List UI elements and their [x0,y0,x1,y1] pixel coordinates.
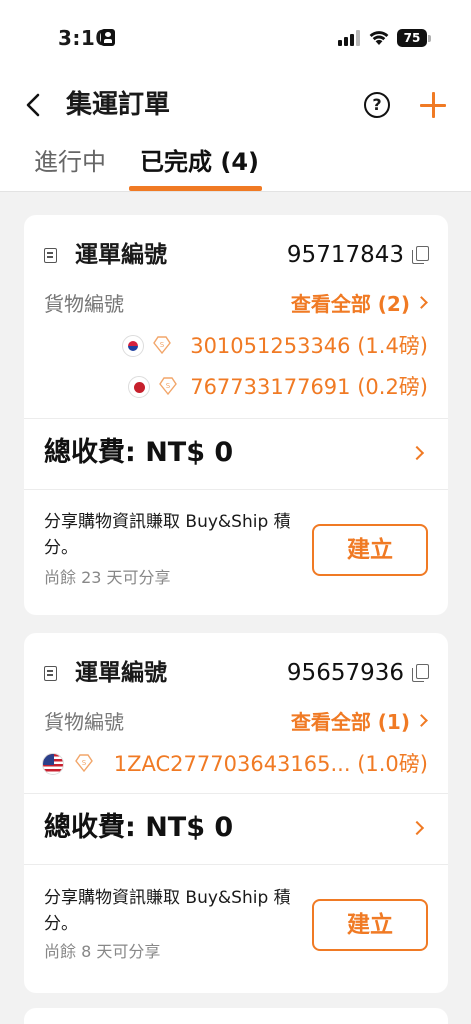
share-remaining-days: 尚餘 23 天可分享 [44,568,171,587]
divider [24,793,448,794]
divider [24,864,448,865]
create-share-button[interactable]: 建立 [312,524,428,576]
order-card [24,1008,448,1024]
status-bar: 3:10 75 [0,0,471,72]
share-remaining-days: 尚餘 8 天可分享 [44,942,161,961]
document-icon [44,248,57,263]
coin-badge-icon: S [75,754,93,773]
tab-completed[interactable]: 已完成 (4) [140,144,259,180]
waybill-row: 運單編號 95717843 [24,237,448,273]
svg-text:S: S [160,341,165,349]
plus-icon[interactable] [420,92,446,118]
total-fee-row[interactable]: 總收費: NT$ 0 [24,431,448,475]
waybill-row: 運單編號 95657936 [24,655,448,691]
page-title: 集運訂單 [66,90,171,120]
wifi-icon [369,31,389,45]
back-arrow-icon[interactable] [22,90,46,120]
document-icon [44,666,57,681]
order-card: 運單編號 95657936 貨物編號 查看全部 (1) S 1ZAC277703… [24,633,448,993]
view-all-link[interactable]: 查看全部 (2) [291,287,410,321]
waybill-number: 95717843 [286,242,404,268]
share-info-text: 分享購物資訊賺取 Buy&Ship 積分。 [44,888,291,934]
chevron-right-icon[interactable] [415,714,428,727]
battery-icon: 75 [397,29,427,47]
chevron-right-icon[interactable] [415,296,428,309]
goods-item-text: 767733177691 (0.2磅) [190,375,428,399]
signal-icon [338,30,360,46]
goods-item[interactable]: S 301051253346 (1.4磅) [24,329,448,363]
waybill-label: 運單編號 [75,242,167,268]
goods-label: 貨物編號 [44,292,124,316]
id-card-icon [101,29,115,46]
korea-flag-icon [122,335,144,357]
svg-text:S: S [82,759,87,767]
coin-badge-icon: S [153,336,171,355]
svg-text:S: S [166,382,171,390]
usa-flag-icon [42,753,64,775]
waybill-label: 運單編號 [75,660,167,686]
create-share-button[interactable]: 建立 [312,899,428,951]
goods-item-text: 301051253346 (1.4磅) [190,334,428,358]
goods-item[interactable]: S 1ZAC277703643165... (1.0磅) [24,747,448,781]
view-all-link[interactable]: 查看全部 (1) [291,705,410,739]
japan-flag-icon [128,376,150,398]
order-card: 運單編號 95717843 貨物編號 查看全部 (2) S 3010512533… [24,215,448,615]
top-bar: 3:10 75 集運訂單 ? 進行中 已完成 (4) [0,0,471,192]
chevron-right-icon[interactable] [409,820,425,836]
copy-icon[interactable] [412,246,429,264]
active-tab-indicator [129,186,262,191]
tab-in-progress[interactable]: 進行中 [34,144,106,180]
total-fee: 總收費: NT$ 0 [44,812,234,843]
help-icon[interactable]: ? [364,92,390,118]
chevron-right-icon[interactable] [409,445,425,461]
goods-row: 貨物編號 查看全部 (2) [24,287,448,321]
goods-item[interactable]: S 767733177691 (0.2磅) [24,370,448,404]
total-fee-row[interactable]: 總收費: NT$ 0 [24,806,448,850]
copy-icon[interactable] [412,664,429,682]
divider [24,489,448,490]
goods-label: 貨物編號 [44,710,124,734]
share-info-text: 分享購物資訊賺取 Buy&Ship 積分。 [44,512,291,558]
divider [24,418,448,419]
battery-cap [428,35,431,42]
coin-badge-icon: S [159,377,177,396]
goods-item-text: 1ZAC277703643165... (1.0磅) [113,752,428,776]
total-fee: 總收費: NT$ 0 [44,437,234,468]
waybill-number: 95657936 [286,660,404,686]
goods-row: 貨物編號 查看全部 (1) [24,705,448,739]
